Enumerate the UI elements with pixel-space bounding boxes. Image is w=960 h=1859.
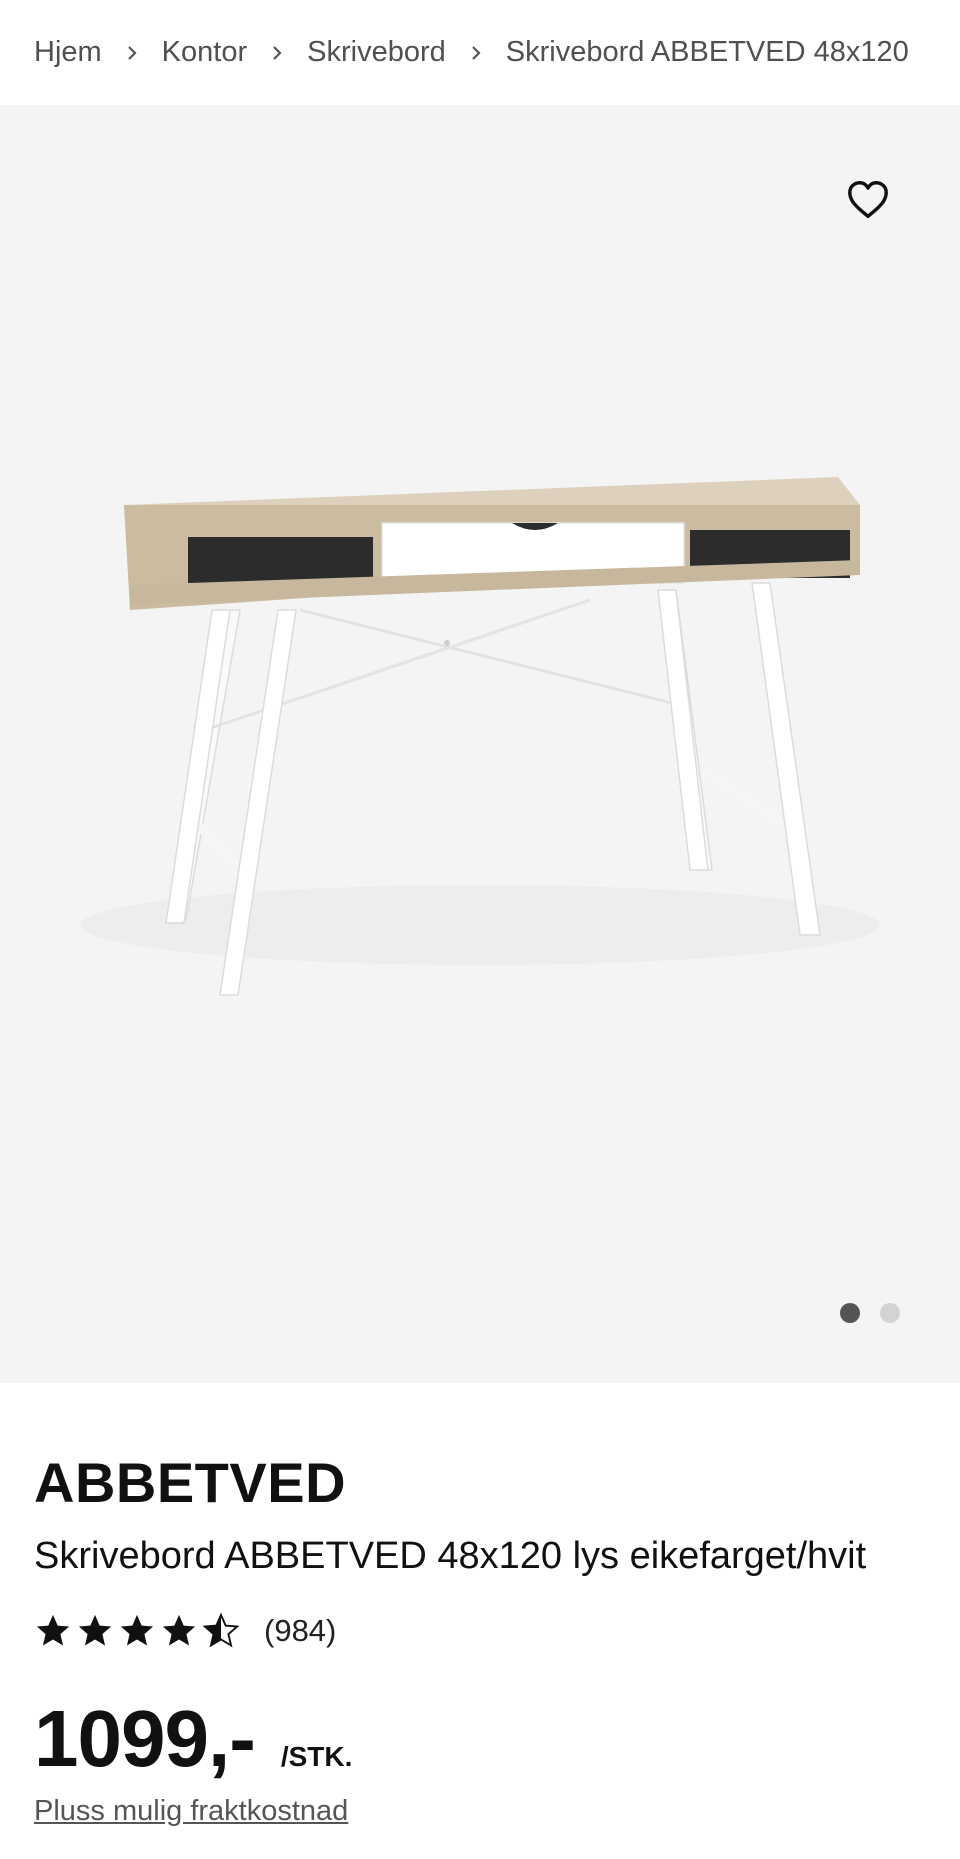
breadcrumb-item-hjem[interactable]: Hjem	[34, 36, 102, 69]
shipping-cost-link[interactable]: Pluss mulig fraktkostnad	[34, 1795, 348, 1828]
star-half-icon	[202, 1612, 240, 1650]
product-name: Skrivebord ABBETVED 48x120 lys eikefarge…	[34, 1535, 867, 1577]
breadcrumb-item-current[interactable]: Skrivebord ABBETVED 48x120	[506, 36, 909, 69]
breadcrumb-item-skrivebord[interactable]: Skrivebord	[307, 36, 446, 69]
star-full-icon	[34, 1612, 72, 1650]
chevron-right-icon	[446, 44, 506, 62]
pagination-dot[interactable]	[840, 1303, 860, 1323]
chevron-right-icon	[102, 44, 162, 62]
heart-outline-icon	[848, 181, 888, 219]
breadcrumb-item-kontor[interactable]: Kontor	[162, 36, 247, 69]
star-full-icon	[76, 1612, 114, 1650]
breadcrumb: Hjem Kontor Skrivebord Skrivebord ABBETV…	[0, 0, 960, 105]
rating-stars	[34, 1612, 240, 1650]
pagination-dot[interactable]	[880, 1303, 900, 1323]
product-image-gallery[interactable]	[0, 105, 960, 1383]
price-unit: /STK.	[280, 1741, 353, 1772]
product-rating[interactable]: (984)	[34, 1612, 336, 1650]
image-pagination	[840, 1303, 900, 1323]
star-full-icon	[160, 1612, 198, 1650]
price-row: 1099,- /STK.	[34, 1693, 352, 1785]
chevron-right-icon	[247, 44, 307, 62]
review-count[interactable]: (984)	[264, 1613, 336, 1649]
product-brand: ABBETVED	[34, 1451, 347, 1514]
product-price: 1099,-	[34, 1694, 256, 1783]
product-image	[80, 477, 880, 996]
favorite-button[interactable]	[840, 172, 896, 228]
star-full-icon	[118, 1612, 156, 1650]
